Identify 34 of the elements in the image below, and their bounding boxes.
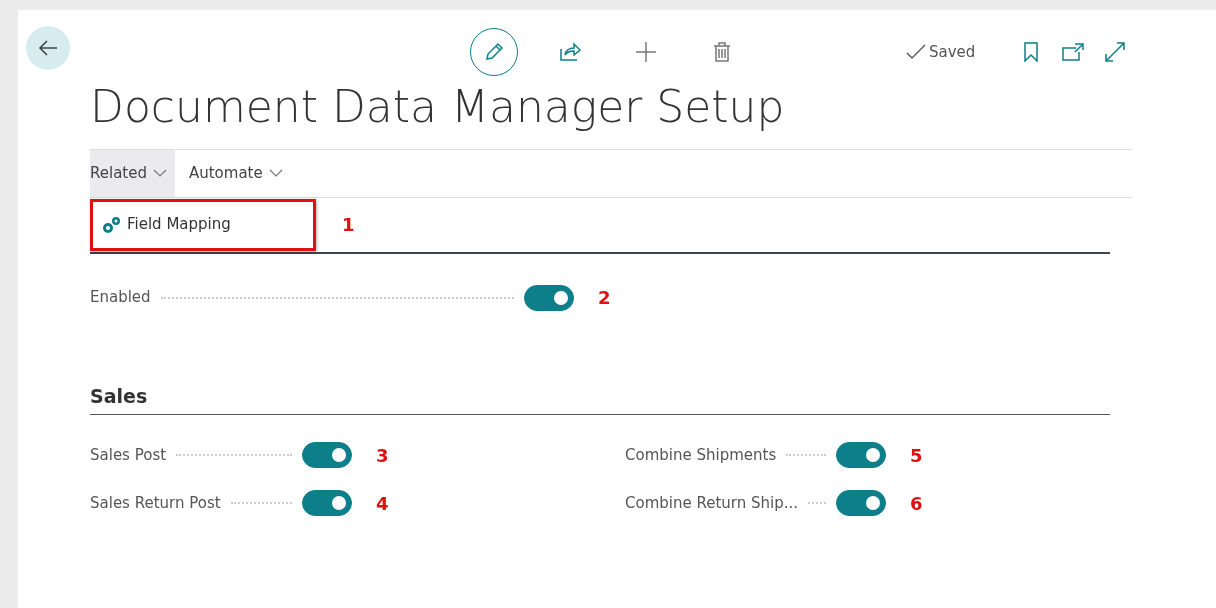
callout-number: 5 (910, 443, 923, 468)
toggle-switch[interactable] (524, 284, 574, 311)
toggle-switch[interactable] (302, 442, 352, 469)
chevron-down-icon (268, 169, 283, 178)
plus-icon (635, 41, 657, 63)
callout-number: 3 (376, 443, 389, 468)
toggle-switch[interactable] (836, 490, 886, 517)
saved-status: Saved (929, 41, 976, 63)
callout-number: 2 (598, 286, 611, 311)
checkmark-icon (906, 44, 926, 60)
pencil-icon (483, 41, 505, 63)
field-label: Combine Shipments (625, 444, 777, 466)
field-label: Combine Return Ship... (625, 492, 799, 514)
callout-number: 6 (910, 491, 923, 516)
field-label: Sales Return Post (90, 492, 221, 514)
field-label: Enabled (90, 287, 151, 309)
action-tab[interactable]: Automate (188, 149, 291, 197)
field-label: Sales Post (90, 444, 167, 466)
field-mapping-action[interactable]: Field Mapping (90, 198, 316, 251)
section-title: Sales (90, 381, 1110, 416)
trash-icon (711, 41, 733, 63)
pop-out-icon (1062, 43, 1085, 61)
back-button[interactable] (26, 26, 70, 70)
action-tab[interactable]: Related (90, 149, 175, 197)
gears-icon (101, 214, 123, 235)
callout-number: 4 (376, 491, 389, 516)
page-title: Document Data Manager Setup (90, 82, 786, 133)
share-icon (559, 41, 581, 63)
toggle-switch[interactable] (302, 490, 352, 517)
bookmark-icon (1024, 42, 1039, 62)
toggle-switch[interactable] (836, 442, 886, 469)
expand-icon (1104, 41, 1127, 63)
callout-number: 1 (342, 213, 355, 238)
chevron-down-icon (152, 169, 167, 178)
